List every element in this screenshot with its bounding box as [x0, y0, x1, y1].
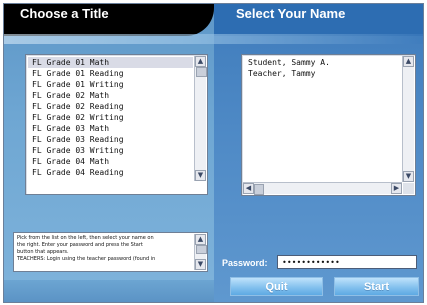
title-list-item[interactable]: FL Grade 02 Math: [28, 90, 193, 101]
scroll-thumb[interactable]: [254, 184, 264, 195]
scroll-up-icon[interactable]: ▲: [195, 234, 206, 245]
instructions-line: button that appears.: [17, 249, 69, 255]
instructions-line: the right. Enter your password and press…: [17, 242, 143, 248]
title-list-item[interactable]: FL Grade 01 Math: [28, 57, 193, 68]
scroll-corner: [403, 183, 414, 194]
title-list-items: FL Grade 01 Math FL Grade 01 Reading FL Gr…: [28, 57, 193, 180]
scroll-thumb[interactable]: [196, 245, 207, 254]
name-list-vertical-scrollbar[interactable]: ▲ ▼: [402, 56, 414, 182]
scroll-thumb[interactable]: [196, 67, 207, 77]
instructions-scrollbar[interactable]: ▲ ▼: [194, 234, 207, 270]
scroll-up-icon[interactable]: ▲: [403, 56, 414, 67]
instructions-box: Pick from the list on the left, then sel…: [13, 232, 208, 272]
choose-title-heading: Choose a Title: [20, 6, 109, 21]
password-input[interactable]: ••••••••••••: [277, 255, 417, 269]
name-list-item[interactable]: Teacher, Tammy: [244, 68, 401, 79]
name-list-items: Student, Sammy A. Teacher, Tammy: [244, 57, 401, 181]
title-list-item[interactable]: FL Grade 01 Writing: [28, 79, 193, 90]
scroll-down-icon[interactable]: ▼: [403, 171, 414, 182]
name-list-horizontal-scrollbar[interactable]: ◀ ▶: [243, 182, 402, 195]
instructions-line: TEACHERS: Login using the teacher passwo…: [17, 256, 156, 262]
title-list-item[interactable]: FL Grade 04 Math: [28, 156, 193, 167]
password-label: Password:: [222, 258, 268, 268]
title-list-item[interactable]: FL Grade 04 Writing: [28, 178, 193, 180]
scroll-left-icon[interactable]: ◀: [243, 183, 254, 194]
select-name-heading: Select Your Name: [236, 6, 346, 21]
bottom-bar: [4, 280, 214, 302]
title-list-item[interactable]: FL Grade 01 Reading: [28, 68, 193, 79]
title-list-item[interactable]: FL Grade 03 Writing: [28, 145, 193, 156]
quit-button[interactable]: Quit: [230, 277, 323, 296]
title-list-item[interactable]: FL Grade 03 Reading: [28, 134, 193, 145]
scroll-down-icon[interactable]: ▼: [195, 259, 206, 270]
title-list-item[interactable]: FL Grade 03 Math: [28, 123, 193, 134]
scroll-right-icon[interactable]: ▶: [391, 183, 402, 194]
header-accent: [4, 34, 423, 44]
scroll-up-icon[interactable]: ▲: [195, 56, 206, 67]
title-list-item[interactable]: FL Grade 02 Writing: [28, 112, 193, 123]
title-list-item[interactable]: FL Grade 02 Reading: [28, 101, 193, 112]
name-list-item[interactable]: Student, Sammy A.: [244, 57, 401, 68]
title-list-vertical-scrollbar[interactable]: ▲ ▼: [194, 56, 207, 181]
title-list-item[interactable]: FL Grade 04 Reading: [28, 167, 193, 178]
instructions-line: Pick from the list on the left, then sel…: [17, 235, 154, 241]
name-list[interactable]: Student, Sammy A. Teacher, Tammy ▲ ▼ ◀ ▶: [241, 54, 416, 196]
title-list[interactable]: FL Grade 01 Math FL Grade 01 Reading FL Gr…: [25, 54, 208, 195]
start-button[interactable]: Start: [334, 277, 419, 296]
instructions-text: Pick from the list on the left, then sel…: [17, 235, 189, 263]
scroll-down-icon[interactable]: ▼: [195, 170, 206, 181]
